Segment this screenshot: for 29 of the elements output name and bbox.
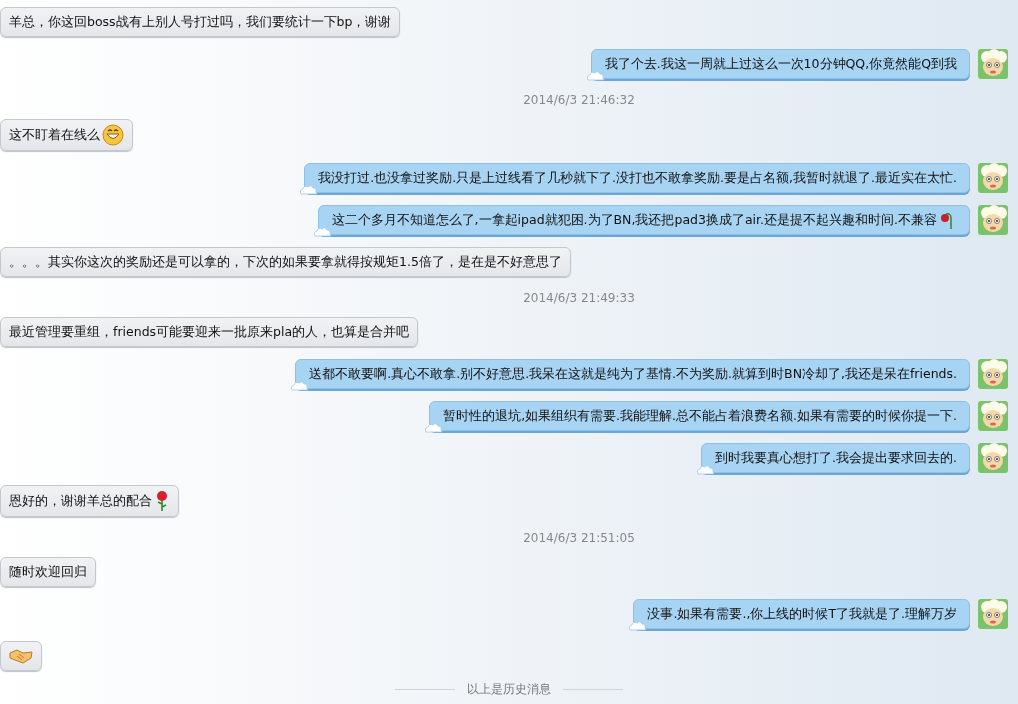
message-bubble: 羊总，你这回boss战有上别人号打过吗，我们要统计一下bp，谢谢 [0,7,401,37]
handshake-icon [9,647,33,665]
message-bubble: 这不盯着在线么 [0,119,133,151]
timestamp: 2014/6/3 21:46:32 [523,93,635,107]
cloud-icon [312,225,333,237]
message-bubble: 最近管理要重组，friends可能要迎来一批原来pla的人，也算是合并吧 [0,317,419,347]
cloud-icon [424,421,445,433]
sheep-avatar-icon [978,401,1008,431]
timestamp: 2014/6/3 21:51:05 [523,531,635,545]
cloud-icon [696,463,717,475]
message-bubble: 这二个多月不知道怎么了,一拿起ipad就犯困.为了BN,我还把pad3换成了air.还是提不起兴趣和时间.不兼容 [317,205,970,235]
sheep-avatar-icon [978,49,1008,79]
cloud-icon [585,69,606,81]
message-bubble: 随时欢迎回归 [0,557,96,587]
message-bubble: 恩好的，谢谢羊总的配合 [0,485,179,517]
sheep-avatar-icon [978,599,1008,629]
sheep-avatar-icon [978,163,1008,193]
sheep-avatar-icon [978,359,1008,389]
sheep-avatar-icon [978,443,1008,473]
grinning-face-icon [102,124,124,146]
timestamp: 2014/6/3 21:49:33 [523,291,635,305]
cloud-icon [299,183,320,195]
sheep-avatar-icon [978,205,1008,235]
message-bubble: 。。。其实你这次的奖励还是可以拿的，下次的如果要拿就得按规矩1.5倍了，是在是不好意思了 [0,247,571,277]
history-divider-label: 以上是历史消息 [467,681,551,698]
cloud-icon [290,379,311,391]
message-bubble: 我了个去.我这一周就上过这么一次10分钟QQ,你竟然能Q到我 [590,49,970,79]
cloud-icon [628,619,649,631]
rose-icon [154,490,170,512]
